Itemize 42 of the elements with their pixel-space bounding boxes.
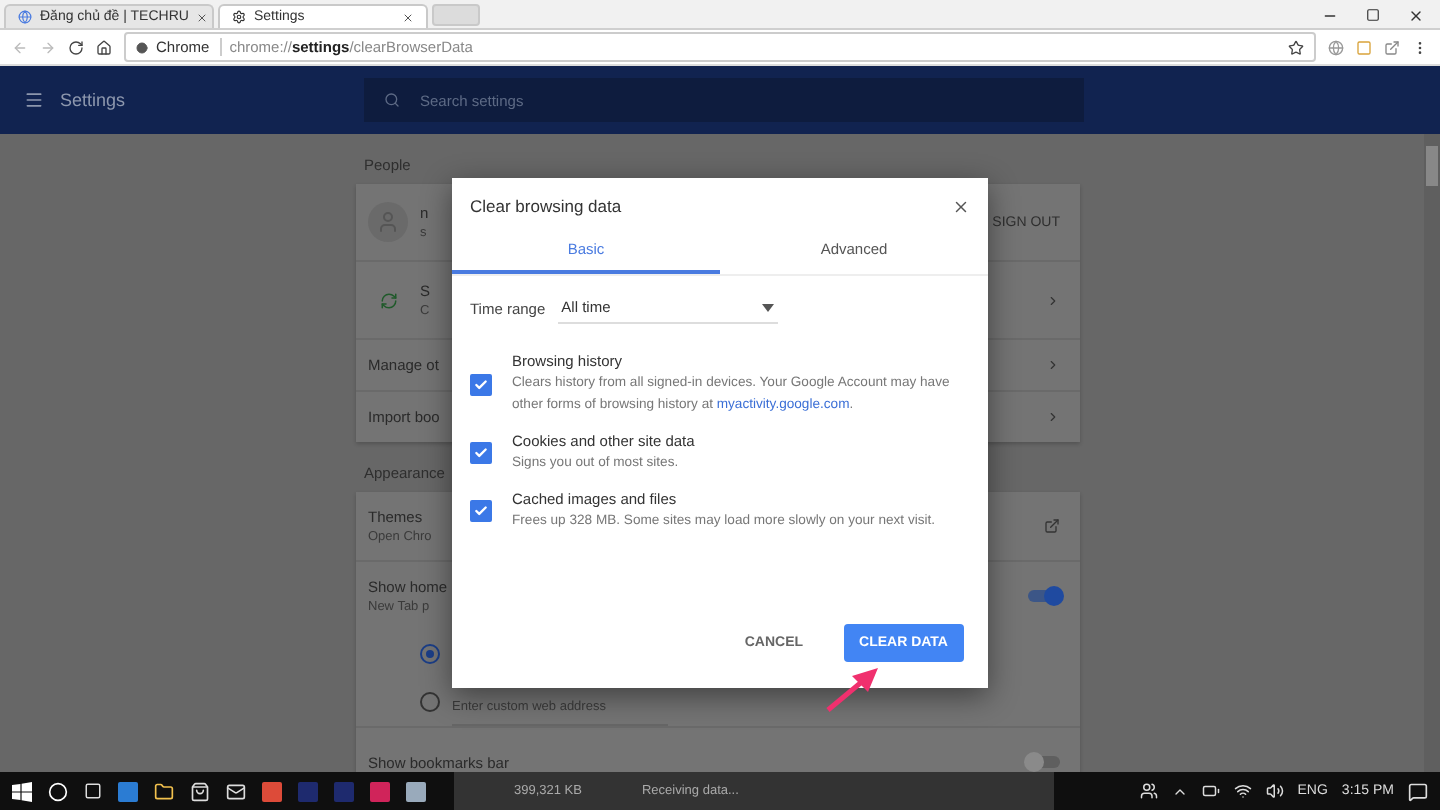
close-icon[interactable] bbox=[402, 11, 414, 23]
toggle-switch[interactable] bbox=[1028, 590, 1060, 602]
page-title: Settings bbox=[60, 90, 128, 110]
folder-icon[interactable] bbox=[154, 781, 174, 801]
close-icon[interactable] bbox=[196, 11, 209, 23]
star-icon[interactable] bbox=[1288, 39, 1304, 55]
scrollbar-thumb[interactable] bbox=[1426, 146, 1438, 186]
network-icon[interactable] bbox=[1233, 782, 1252, 800]
extension-icon[interactable] bbox=[1384, 39, 1400, 55]
close-icon[interactable] bbox=[1408, 7, 1424, 23]
dropdown-icon bbox=[761, 303, 774, 311]
reload-icon[interactable] bbox=[68, 39, 84, 55]
avatar-icon bbox=[368, 202, 408, 242]
gear-icon[interactable] bbox=[232, 10, 246, 24]
external-link-icon[interactable] bbox=[1044, 518, 1060, 534]
close-icon[interactable] bbox=[952, 197, 970, 215]
checkbox[interactable] bbox=[470, 500, 492, 523]
volume-icon[interactable] bbox=[1265, 782, 1284, 800]
check-icon bbox=[474, 504, 488, 519]
store-icon[interactable] bbox=[190, 781, 210, 801]
people-icon[interactable] bbox=[1139, 782, 1158, 800]
checkbox[interactable] bbox=[470, 373, 492, 396]
extension-icon[interactable] bbox=[1328, 39, 1344, 55]
maximize-icon[interactable] bbox=[1366, 8, 1380, 22]
dialog-title: Clear browsing data bbox=[470, 196, 622, 216]
battery-icon[interactable] bbox=[1201, 782, 1220, 800]
task-view-icon[interactable] bbox=[84, 782, 102, 800]
toggle-switch[interactable] bbox=[1028, 756, 1060, 768]
check-icon bbox=[474, 377, 488, 392]
mail-icon[interactable] bbox=[226, 781, 246, 801]
toggle-knob[interactable] bbox=[1044, 586, 1064, 606]
windows-logo-icon[interactable] bbox=[12, 781, 32, 801]
radio-button[interactable] bbox=[420, 692, 440, 712]
radio-button[interactable] bbox=[420, 644, 440, 664]
menu-icon[interactable] bbox=[24, 90, 44, 110]
checkbox[interactable] bbox=[470, 442, 492, 465]
check-icon bbox=[474, 446, 488, 461]
home-icon[interactable] bbox=[96, 39, 112, 55]
pointer-arrow bbox=[826, 668, 878, 712]
notification-icon[interactable] bbox=[1408, 781, 1428, 801]
toggle-knob[interactable] bbox=[1024, 752, 1044, 772]
globe-icon[interactable] bbox=[18, 10, 32, 24]
